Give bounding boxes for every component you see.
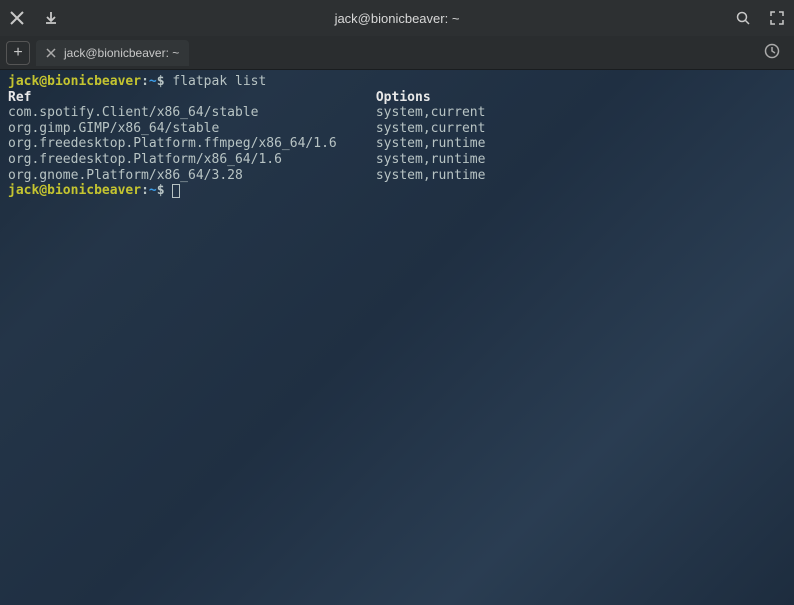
- titlebar: jack@bionicbeaver: ~: [0, 0, 794, 36]
- tab-terminal[interactable]: jack@bionicbeaver: ~: [36, 40, 189, 66]
- window-title: jack@bionicbeaver: ~: [58, 11, 736, 26]
- history-icon[interactable]: [764, 43, 780, 59]
- list-row: org.gnome.Platform/x86_64/3.28 system,ru…: [8, 168, 485, 183]
- prompt-user: jack@bionicbeaver: [8, 74, 141, 89]
- cursor: [172, 184, 180, 198]
- column-header-ref: Ref: [8, 90, 376, 105]
- titlebar-left-controls: [10, 11, 58, 25]
- command-text: flatpak list: [172, 74, 266, 89]
- list-row: org.gimp.GIMP/x86_64/stable system,curre…: [8, 121, 485, 136]
- terminal-output[interactable]: jack@bionicbeaver:~$ flatpak list Ref Op…: [0, 70, 794, 203]
- fullscreen-icon[interactable]: [770, 11, 784, 25]
- download-icon[interactable]: [44, 11, 58, 25]
- tab-label: jack@bionicbeaver: ~: [64, 46, 179, 60]
- list-row: org.freedesktop.Platform/x86_64/1.6 syst…: [8, 152, 485, 167]
- prompt-symbol: $: [157, 74, 165, 89]
- list-row: org.freedesktop.Platform.ffmpeg/x86_64/1…: [8, 136, 485, 151]
- tabbar-right: [764, 43, 780, 63]
- titlebar-right-controls: [736, 11, 784, 25]
- search-icon[interactable]: [736, 11, 750, 25]
- prompt-path: ~: [149, 74, 157, 89]
- prompt-path: ~: [149, 183, 157, 198]
- prompt-separator: :: [141, 74, 149, 89]
- prompt-user: jack@bionicbeaver: [8, 183, 141, 198]
- new-tab-button[interactable]: +: [6, 41, 30, 65]
- tab-close-icon[interactable]: [46, 48, 56, 58]
- prompt-symbol: $: [157, 183, 165, 198]
- tabbar: + jack@bionicbeaver: ~: [0, 36, 794, 70]
- column-header-options: Options: [376, 90, 431, 105]
- list-row: com.spotify.Client/x86_64/stable system,…: [8, 105, 485, 120]
- prompt-separator: :: [141, 183, 149, 198]
- close-icon[interactable]: [10, 11, 24, 25]
